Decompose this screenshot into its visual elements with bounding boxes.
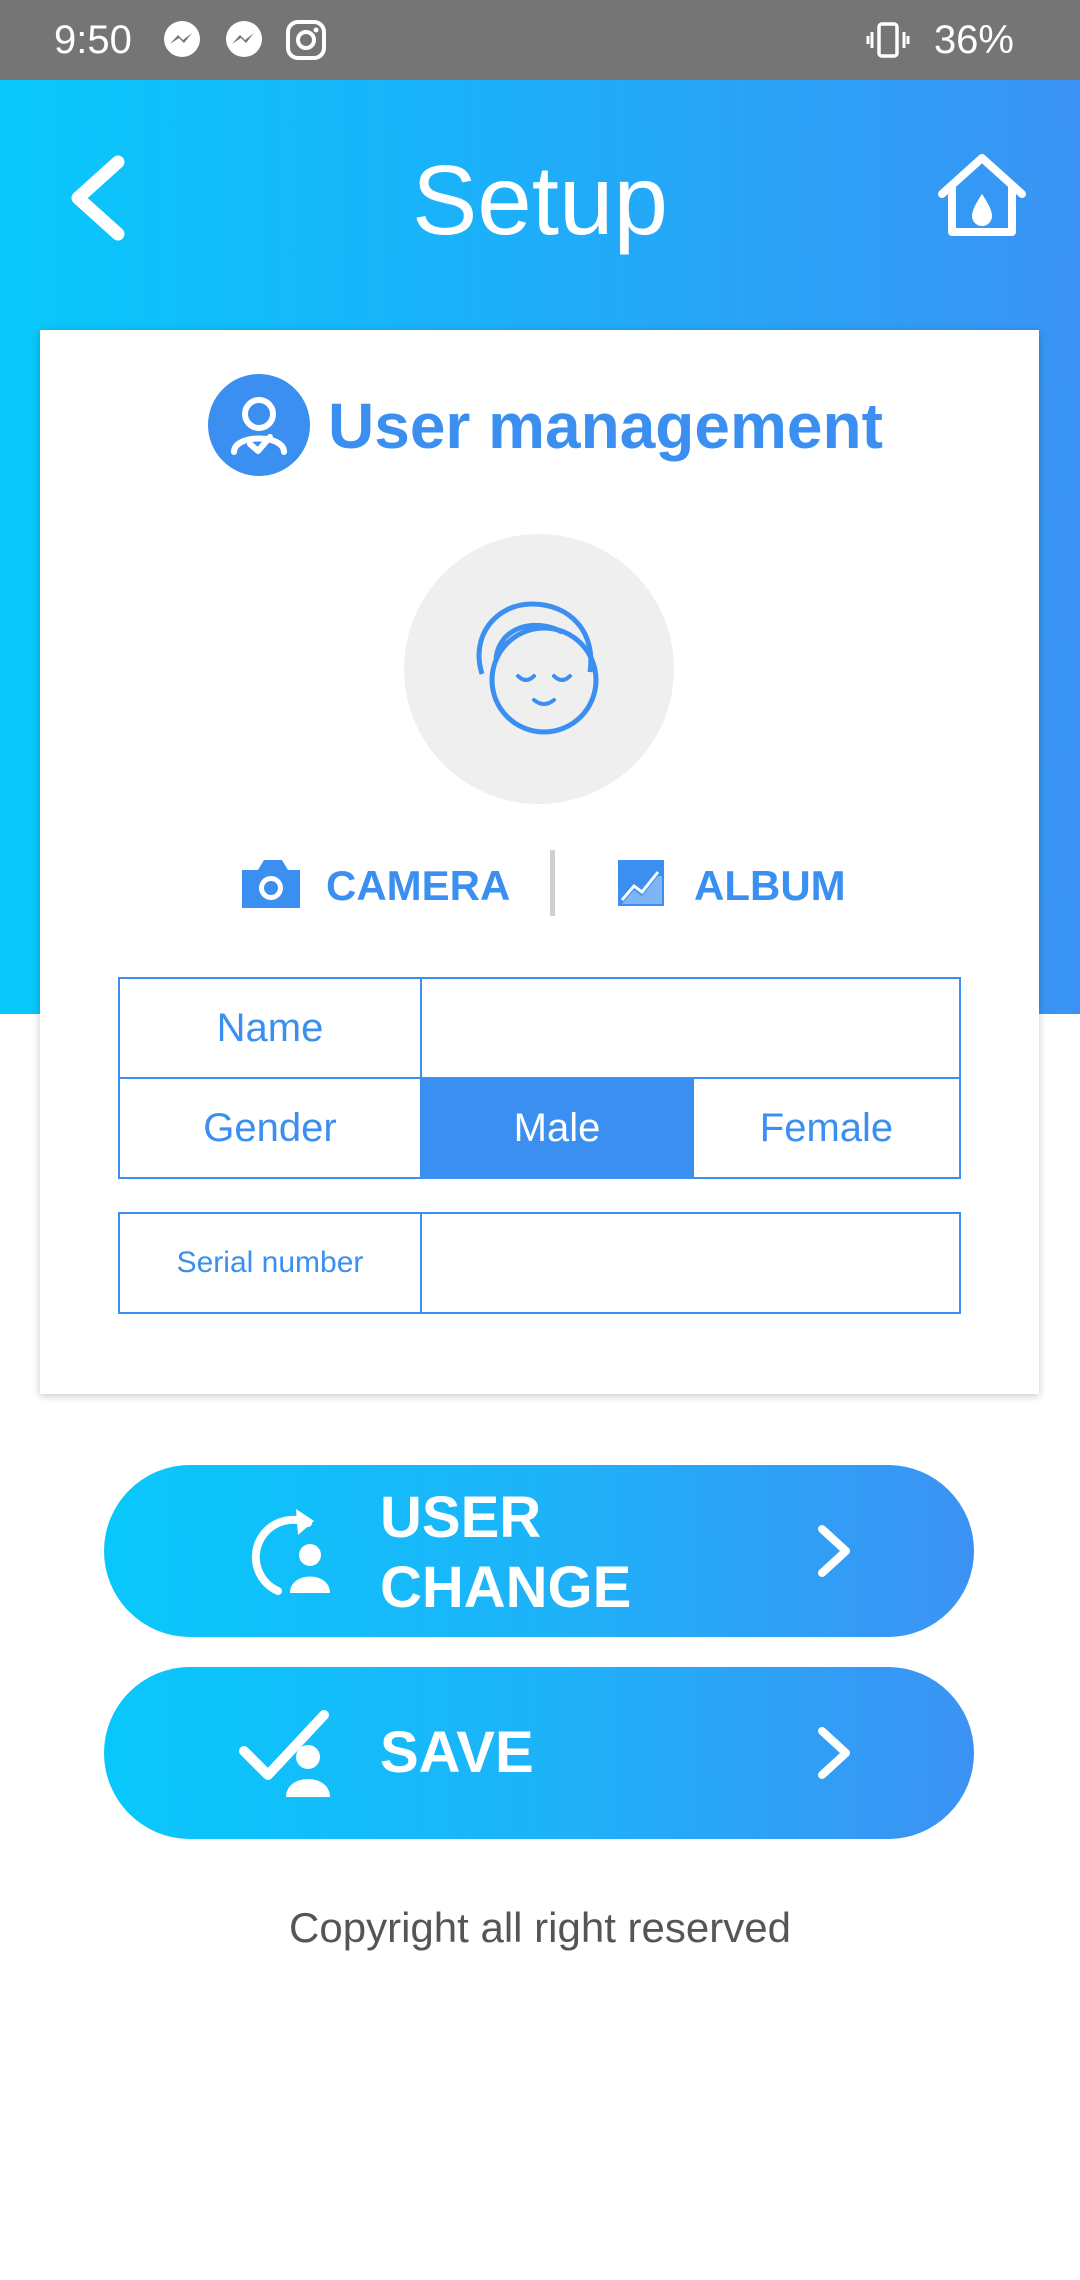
card-title: User management bbox=[328, 390, 883, 462]
back-button[interactable] bbox=[60, 150, 136, 246]
album-button[interactable]: ALBUM bbox=[694, 858, 846, 914]
user-change-icon bbox=[251, 1509, 330, 1595]
home-button[interactable] bbox=[934, 150, 1030, 246]
user-change-button[interactable]: USER CHANGE bbox=[104, 1465, 974, 1637]
name-label: Name bbox=[118, 977, 422, 1079]
chevron-right-icon bbox=[818, 1727, 850, 1779]
camera-button[interactable]: CAMERA bbox=[326, 858, 510, 914]
messenger-icon bbox=[226, 21, 262, 57]
gender-option-female[interactable]: Female bbox=[692, 1077, 961, 1179]
avatar[interactable] bbox=[404, 534, 674, 804]
face-avatar-icon bbox=[476, 601, 599, 735]
user-check-icon bbox=[208, 374, 310, 476]
instagram-icon bbox=[286, 20, 326, 60]
serial-number-label: Serial number bbox=[118, 1212, 422, 1314]
messenger-icon bbox=[164, 21, 200, 57]
camera-icon[interactable] bbox=[238, 856, 304, 912]
vibrate-icon bbox=[866, 22, 910, 58]
chevron-left-icon bbox=[71, 155, 125, 241]
user-check-save-icon bbox=[239, 1710, 330, 1797]
user-change-label-line1: USER bbox=[380, 1485, 542, 1550]
gender-option-male[interactable]: Male bbox=[420, 1077, 694, 1179]
photo-source-row: CAMERA ALBUM bbox=[40, 850, 1039, 920]
status-time: 9:50 bbox=[54, 18, 132, 62]
page-title: Setup bbox=[411, 145, 669, 255]
gender-label: Gender bbox=[118, 1077, 422, 1179]
battery-level: 36% bbox=[933, 18, 1014, 62]
divider bbox=[550, 850, 555, 916]
status-bar: 9:50 36% bbox=[0, 0, 1080, 80]
chevron-right-icon bbox=[818, 1525, 850, 1577]
home-icon bbox=[938, 154, 1026, 236]
name-input[interactable] bbox=[420, 977, 961, 1079]
copyright-text: Copyright all right reserved bbox=[289, 1904, 791, 1951]
save-label: SAVE bbox=[380, 1720, 534, 1785]
album-icon[interactable] bbox=[616, 858, 666, 908]
save-button[interactable]: SAVE bbox=[104, 1667, 974, 1839]
user-change-label-line2: CHANGE bbox=[380, 1555, 632, 1620]
serial-number-input[interactable] bbox=[420, 1212, 961, 1314]
user-management-card: User management CAMERA ALBUM Name Gender… bbox=[40, 330, 1039, 1394]
